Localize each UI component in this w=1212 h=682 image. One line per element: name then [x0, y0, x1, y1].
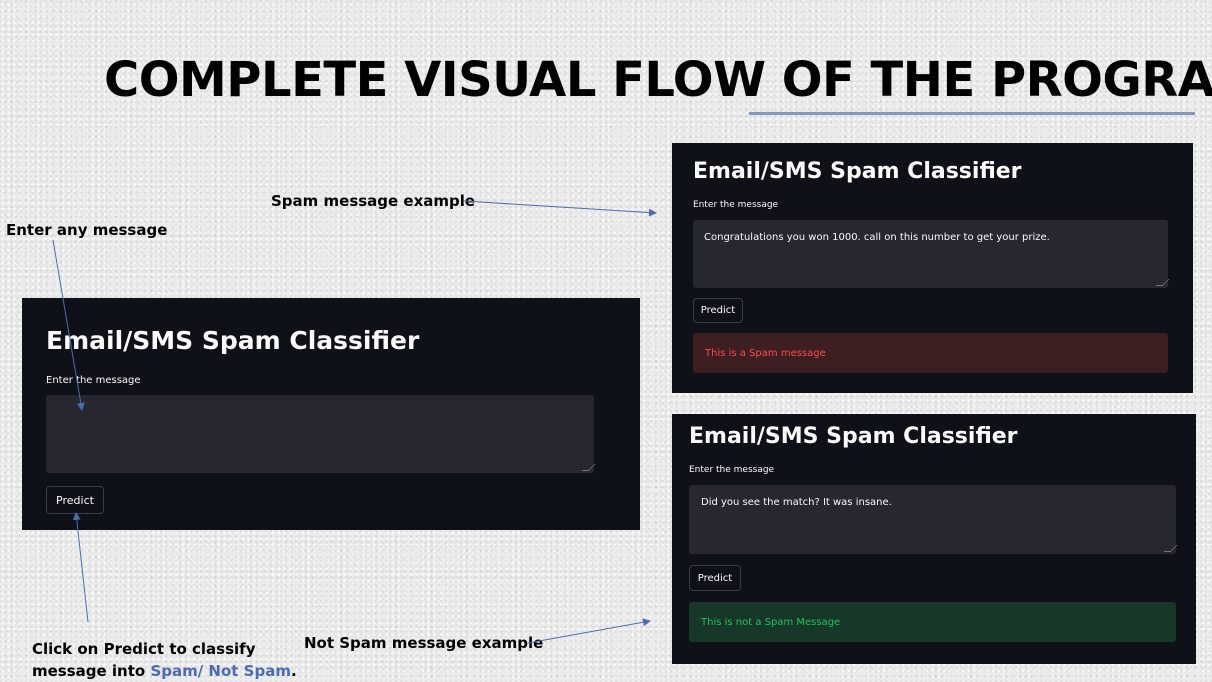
arrow-to-not-spam-panel — [527, 618, 651, 644]
annotation-arrows — [52, 200, 657, 644]
arrow-to-spam-panel — [463, 200, 657, 217]
arrow-to-predict-button — [72, 512, 89, 623]
arrow-to-message-input — [52, 239, 85, 411]
